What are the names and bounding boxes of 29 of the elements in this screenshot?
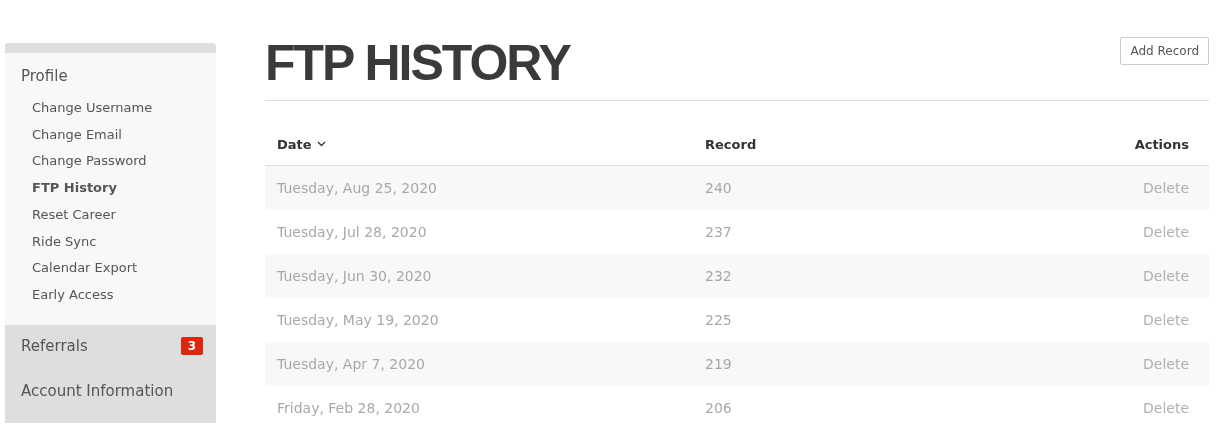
table-cell-text: 225 [705,312,733,328]
sidebar-item[interactable]: Ride Sync [5,228,124,256]
table-cell-text: Tuesday, Aug 25, 2020 [276,180,438,196]
sidebar-link[interactable]: Account Information [21,382,174,401]
table-cell-text: 206 [705,400,733,416]
sidebar-item[interactable]: Change Username [5,95,180,122]
count-badge: 3 [180,337,203,356]
sidebar-link[interactable]: Referrals [21,337,88,356]
table-cell-text: Tuesday, Apr 7, 2020 [276,356,426,372]
table-cell-text: Tuesday, Jun 30, 2020 [276,268,433,284]
column-header: Actions [1134,136,1190,152]
table-cell-text: 237 [705,224,733,240]
sidebar-item[interactable]: Calendar Export [5,255,165,282]
page-title: FTP HISTORY [265,34,570,93]
add-record-button[interactable]: Add Record [1120,37,1209,65]
sidebar-item[interactable]: FTP History [5,175,144,202]
table-cell-text: Tuesday, May 19, 2020 [276,312,440,328]
sidebar-item[interactable]: Change Password [5,148,174,176]
table-cell-text: Friday, Feb 28, 2020 [276,400,421,416]
sidebar-section-title: Profile [20,66,69,87]
sidebar-item[interactable]: Reset Career [5,201,143,229]
table-cell-text: 240 [705,180,733,196]
sidebar-item[interactable]: Change Email [5,121,149,149]
column-header: Record [705,136,758,152]
table-cell-text: 219 [705,356,733,372]
column-header[interactable]: Date [265,136,705,152]
table-cell-text: Tuesday, Jul 28, 2020 [276,224,428,240]
table-cell-text: 232 [705,268,733,284]
sidebar-item[interactable]: Early Access [5,281,141,309]
